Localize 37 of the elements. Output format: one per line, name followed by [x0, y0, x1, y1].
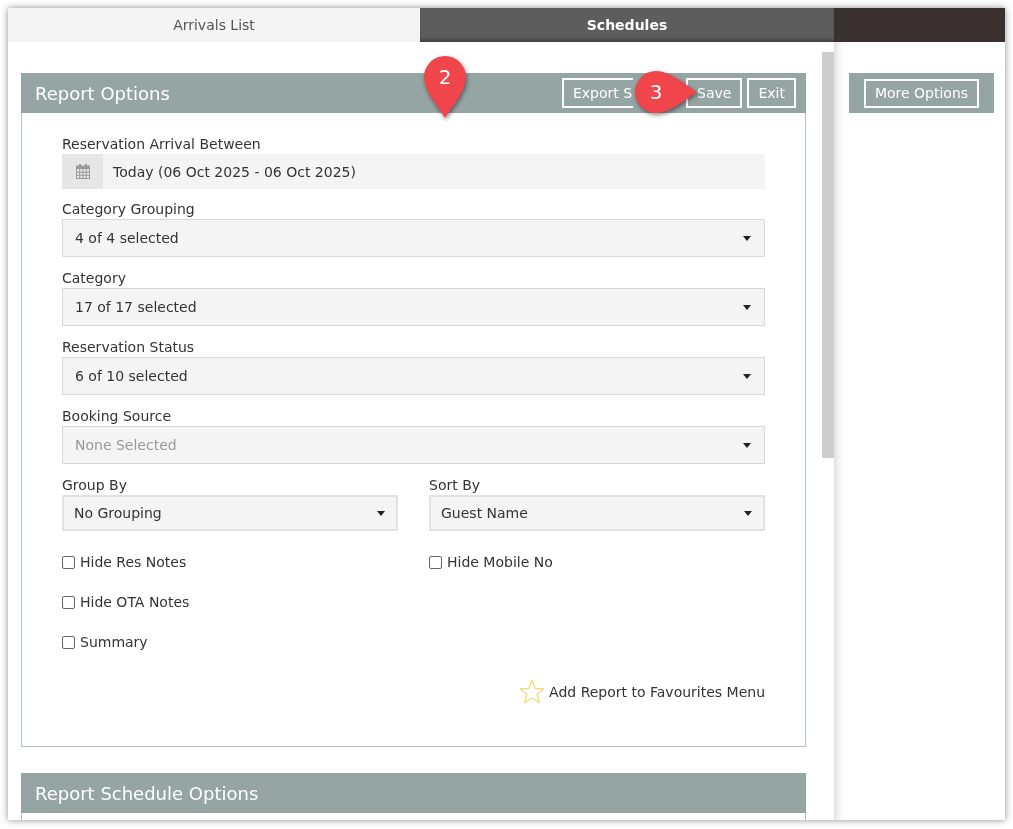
- field-label: Sort By: [429, 476, 482, 495]
- caret-icon: [743, 235, 751, 241]
- favourites-link[interactable]: Add Report to Favourites Menu: [549, 684, 765, 700]
- checkbox-label: Hide Res Notes: [80, 554, 187, 570]
- select-field[interactable]: 6 of 10 selected: [62, 357, 765, 395]
- field-label: Reservation Arrival Between: [62, 135, 262, 154]
- field-label: Category: [62, 269, 127, 288]
- caret-icon: [377, 510, 385, 516]
- checkbox[interactable]: [62, 635, 75, 649]
- checkbox[interactable]: [62, 595, 75, 609]
- step-marker: 2: [423, 55, 467, 119]
- caret-icon: [743, 442, 751, 448]
- tab[interactable]: Arrivals List: [8, 8, 420, 42]
- panel-title: Report Schedule Options: [35, 782, 259, 804]
- field-label: Group By: [62, 476, 128, 495]
- field-label: Category Grouping: [62, 200, 196, 219]
- field-label: Reservation Status: [62, 338, 196, 357]
- checkbox-label: Hide OTA Notes: [80, 594, 190, 610]
- checkbox-label: Hide Mobile No: [447, 554, 553, 570]
- tab[interactable]: Schedules: [420, 8, 834, 42]
- field-label: Booking Source: [62, 407, 173, 426]
- scrollbar-thumb[interactable]: [822, 52, 834, 458]
- date-field[interactable]: Today (06 Oct 2025 - 06 Oct 2025): [62, 154, 765, 189]
- select-field[interactable]: Guest Name: [429, 495, 765, 531]
- caret-icon: [743, 304, 751, 310]
- panel-title: Report Options: [35, 82, 170, 104]
- select-field[interactable]: No Grouping: [62, 495, 398, 531]
- caret-icon: [744, 510, 752, 516]
- caret-icon: [743, 373, 751, 379]
- checkbox[interactable]: [429, 555, 442, 569]
- checkbox[interactable]: [62, 555, 75, 569]
- checkbox-label: Summary: [80, 634, 148, 650]
- select-field[interactable]: 4 of 4 selected: [62, 219, 765, 257]
- step-marker: 3: [634, 70, 698, 114]
- select-field[interactable]: 17 of 17 selected: [62, 288, 765, 326]
- star-icon[interactable]: [519, 679, 546, 705]
- calendar-icon: [75, 164, 90, 179]
